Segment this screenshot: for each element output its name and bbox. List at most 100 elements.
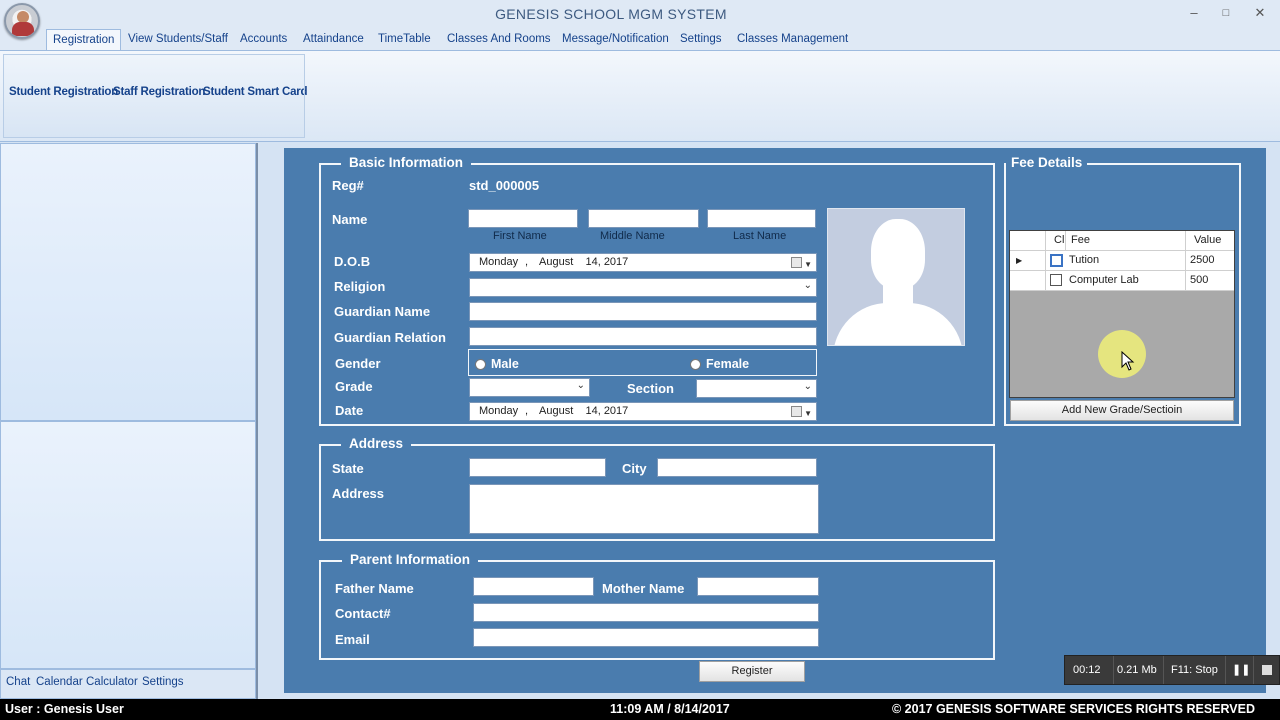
col-value-header[interactable]: Value [1186,231,1234,251]
tab-view-students-staff[interactable]: View Students/Staff [122,29,234,50]
contact-label: Contact# [335,606,391,621]
calculator-link[interactable]: Calculator [86,676,138,688]
date-separator: , [525,405,529,417]
calendar-icon [791,257,802,268]
col-fee-header[interactable]: Fee [1066,231,1186,251]
chevron-down-icon: ▼ [804,409,812,418]
chevron-down-icon: ⌄ [803,381,812,392]
calendar-icon [791,406,802,417]
guardian-relation-label: Guardian Relation [334,330,446,345]
recorder-size: 0.21 Mb [1117,664,1157,676]
maximize-button[interactable]: □ [1216,4,1236,22]
avatar-head [871,219,925,289]
status-datetime: 11:09 AM / 8/14/2017 [610,702,730,716]
window-title: GENESIS SCHOOL MGM SYSTEM [495,6,727,22]
register-button[interactable]: Register [699,661,805,682]
fee-details-title: Fee Details [1006,155,1088,170]
middle-name-hint: Middle Name [600,230,665,242]
pause-icon[interactable]: ❚❚ [1232,663,1250,676]
row-pointer-icon: ▶ [1010,251,1046,271]
religion-label: Religion [334,279,386,294]
guardian-relation-input[interactable] [469,327,817,346]
title-bar: GENESIS SCHOOL MGM SYSTEM – □ ✕ [0,0,1280,39]
col-check-header[interactable]: Cl [1046,231,1066,251]
add-new-grade-section-button[interactable]: Add New Grade/Sectioin [1010,400,1234,421]
status-bar: User : Genesis User 11:09 AM / 8/14/2017… [0,699,1280,720]
chevron-down-icon: ▼ [804,260,812,269]
left-links-bar: Chat Calendar Calculator Settings [0,669,256,699]
female-radio[interactable] [690,359,701,370]
tab-settings[interactable]: Settings [674,29,728,50]
calendar-link[interactable]: Calendar [36,676,83,688]
female-label[interactable]: Female [706,357,749,371]
middle-name-input[interactable] [588,209,699,228]
student-photo[interactable] [827,208,965,346]
city-input[interactable] [657,458,817,477]
row-header-cell [1010,271,1046,291]
tab-attaindance[interactable]: Attaindance [297,29,370,50]
tab-classes-management[interactable]: Classes Management [731,29,854,50]
row-checkbox[interactable] [1050,274,1062,286]
section-dropdown[interactable]: ⌄ [696,379,817,398]
fee-value-cell[interactable]: 2500 [1186,251,1234,271]
student-registration-button[interactable]: Student Registration [9,86,118,98]
guardian-name-label: Guardian Name [334,304,431,319]
screen-recorder-overlay: 00:12 0.21 Mb F11: Stop ❚❚ [1064,655,1280,685]
state-input[interactable] [469,458,606,477]
address-title: Address [341,436,412,451]
tab-timetable[interactable]: TimeTable [372,29,437,50]
email-label: Email [335,632,370,647]
tab-message-notification[interactable]: Message/Notification [556,29,675,50]
last-name-input[interactable] [707,209,816,228]
male-radio[interactable] [475,359,486,370]
mother-name-input[interactable] [697,577,819,596]
settings-link[interactable]: Settings [142,676,184,688]
address-textarea[interactable] [469,484,819,534]
app-logo-icon[interactable] [4,3,40,39]
city-label: City [622,461,647,476]
stop-icon[interactable] [1262,665,1272,675]
close-button[interactable]: ✕ [1250,4,1270,22]
section-label: Section [627,381,674,396]
reg-value: std_000005 [469,178,540,193]
recorder-time: 00:12 [1073,664,1101,676]
tab-registration[interactable]: Registration [46,29,122,50]
basic-information-title: Basic Information [341,155,472,170]
first-name-input[interactable] [468,209,578,228]
ribbon-separator [304,54,305,138]
first-name-hint: First Name [493,230,547,242]
row-checkbox[interactable] [1050,254,1063,267]
table-row[interactable]: Computer Lab 500 [1010,271,1234,291]
student-smart-card-button[interactable]: Student Smart Card [203,86,308,98]
staff-registration-button[interactable]: Staff Registration [113,86,205,98]
status-user: User : Genesis User [5,702,124,716]
fee-name-cell[interactable]: Computer Lab [1066,271,1186,291]
fee-grid-header: Cl Fee Value [1010,231,1234,251]
chat-link[interactable]: Chat [6,676,30,688]
dob-datepicker[interactable]: Monday , August 14, 2017 ▼ [469,253,817,272]
fee-name-cell[interactable]: Tution [1066,251,1186,271]
religion-dropdown[interactable]: ⌄ [469,278,817,297]
male-label[interactable]: Male [491,357,519,371]
tab-classes-and-rooms[interactable]: Classes And Rooms [441,29,557,50]
fee-value-cell[interactable]: 500 [1186,271,1234,291]
status-copyright: © 2017 GENESIS SOFTWARE SERVICES RIGHTS … [892,702,1256,716]
tab-accounts[interactable]: Accounts [234,29,293,50]
father-name-input[interactable] [473,577,594,596]
guardian-name-input[interactable] [469,302,817,321]
minimize-button[interactable]: – [1184,4,1204,22]
avatar-placeholder-icon [833,303,963,345]
reg-label: Reg# [332,178,364,193]
gender-label: Gender [335,356,381,371]
date-datepicker[interactable]: Monday , August 14, 2017 ▼ [469,402,817,421]
email-input[interactable] [473,628,819,647]
table-row[interactable]: ▶ Tution 2500 [1010,251,1234,271]
left-bottom-pane [0,421,256,669]
last-name-hint: Last Name [733,230,787,242]
date-day: Monday [479,405,519,417]
father-name-label: Father Name [335,581,414,596]
grade-dropdown[interactable]: ⌄ [469,378,590,397]
contact-input[interactable] [473,603,819,622]
recorder-stop[interactable]: F11: Stop [1171,664,1218,676]
mouse-cursor-icon [1121,351,1135,371]
